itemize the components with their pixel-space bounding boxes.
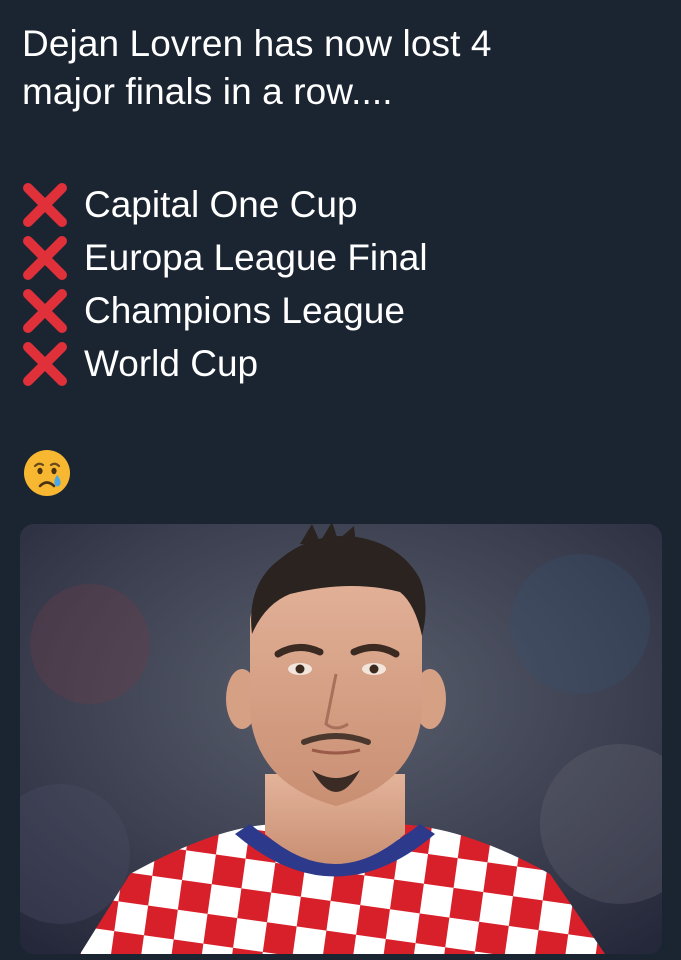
cross-mark-icon [23, 235, 67, 280]
final-label: World Cup [84, 342, 259, 384]
final-label: Capital One Cup [84, 183, 358, 225]
cross-mark-icon [23, 288, 67, 333]
final-item: Capital One Cup [22, 178, 428, 231]
finals-list: Capital One Cup Europa League Final Cham… [22, 178, 428, 390]
tweet-text: Dejan Lovren has now lost 4 major finals… [22, 20, 642, 116]
tweet-image[interactable] [20, 524, 662, 954]
tweet-text-line-2: major finals in a row.... [22, 71, 393, 112]
final-item: Europa League Final [22, 231, 428, 284]
final-label: Champions League [84, 289, 405, 331]
final-item: World Cup [22, 337, 428, 390]
player-photo [20, 524, 662, 954]
tweet-text-line-1: Dejan Lovren has now lost 4 [22, 23, 492, 64]
crying-face-icon [24, 450, 70, 496]
cross-mark-icon [23, 341, 67, 386]
cross-mark-icon [23, 182, 67, 227]
final-label: Europa League Final [84, 236, 428, 278]
tweet-container: Dejan Lovren has now lost 4 major finals… [0, 0, 681, 960]
final-item: Champions League [22, 284, 428, 337]
